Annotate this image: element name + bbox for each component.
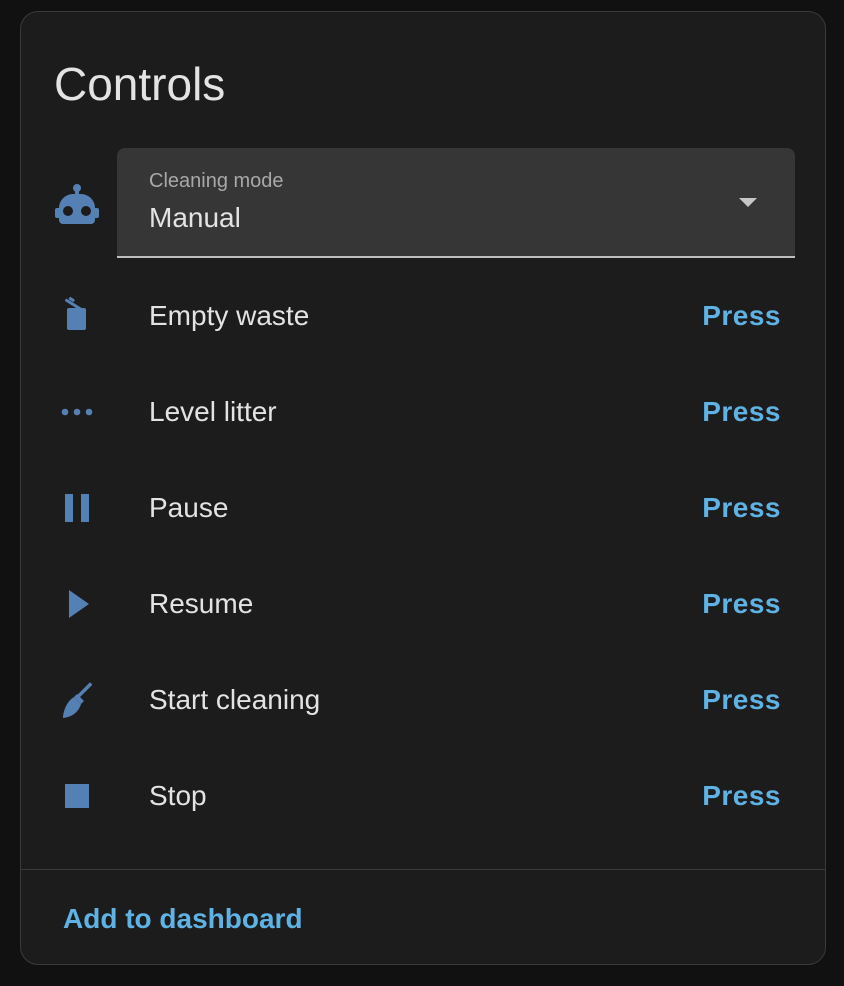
row-label: Resume (149, 588, 254, 619)
stop-press-button[interactable]: Press (692, 770, 791, 822)
trash-can-icon (53, 292, 101, 340)
broom-icon (53, 676, 101, 724)
row-stop: Stop Press (21, 748, 825, 844)
resume-press-button[interactable]: Press (692, 578, 791, 630)
row-level-litter: Level litter Press (21, 364, 825, 460)
add-to-dashboard-button[interactable]: Add to dashboard (55, 897, 311, 941)
empty-waste-press-button[interactable]: Press (692, 290, 791, 342)
play-icon (53, 580, 101, 628)
card-title: Controls (54, 58, 226, 110)
level-litter-press-button[interactable]: Press (692, 386, 791, 438)
row-label: Level litter (149, 396, 277, 427)
row-start-cleaning: Start cleaning Press (21, 652, 825, 748)
row-pause: Pause Press (21, 460, 825, 556)
chevron-down-icon (739, 198, 757, 207)
start-cleaning-press-button[interactable]: Press (692, 674, 791, 726)
cleaning-mode-label: Cleaning mode (149, 170, 284, 192)
row-label: Empty waste (149, 300, 310, 331)
row-label: Stop (149, 780, 207, 811)
dots-horizontal-icon (53, 388, 101, 436)
cleaning-mode-row: Cleaning mode Manual (21, 148, 825, 260)
card-divider (21, 869, 825, 870)
pause-icon (53, 484, 101, 532)
robot-icon (53, 180, 101, 228)
controls-card: Controls Cleaning mode Manual Empty wast… (20, 11, 826, 965)
cleaning-mode-value: Manual (149, 202, 241, 233)
row-label: Pause (149, 492, 229, 523)
row-empty-waste: Empty waste Press (21, 268, 825, 364)
pause-press-button[interactable]: Press (692, 482, 791, 534)
cleaning-mode-select[interactable]: Cleaning mode Manual (117, 148, 795, 258)
row-resume: Resume Press (21, 556, 825, 652)
row-label: Start cleaning (149, 684, 321, 715)
stop-icon (53, 772, 101, 820)
